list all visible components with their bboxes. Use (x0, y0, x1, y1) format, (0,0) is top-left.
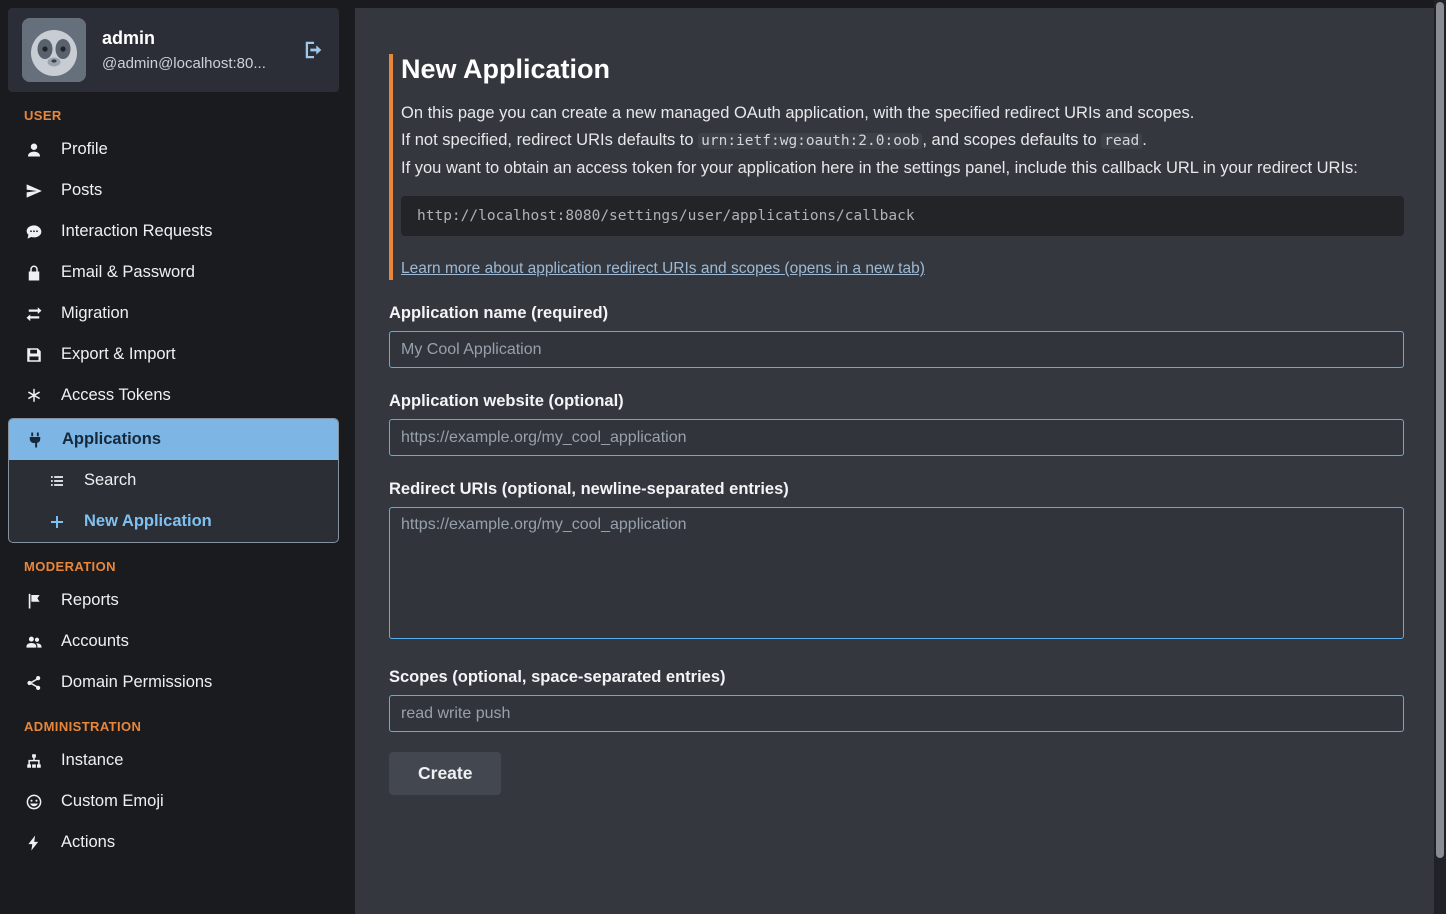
sidebar-item-reports[interactable]: Reports (8, 580, 339, 621)
sidebar-item-profile[interactable]: Profile (8, 129, 339, 170)
sidebar-item-actions[interactable]: Actions (8, 822, 339, 863)
share-nodes-icon (24, 674, 44, 692)
sidebar: admin @admin@localhost:80... USER Profil… (0, 0, 347, 914)
intro-line-3: If you want to obtain an access token fo… (401, 156, 1404, 181)
main-content: New Application On this page you can cre… (355, 8, 1434, 914)
intro-line-2: If not specified, redirect URIs defaults… (401, 128, 1404, 154)
sidebar-item-access-tokens[interactable]: Access Tokens (8, 375, 339, 416)
new-application-form: Application name (required) Application … (389, 304, 1404, 795)
sidebar-item-email-password[interactable]: Email & Password (8, 252, 339, 293)
callback-url-code-block: http://localhost:8080/settings/user/appl… (401, 196, 1404, 236)
user-meta: admin @admin@localhost:80... (102, 28, 266, 72)
sidebar-item-label: Interaction Requests (61, 222, 212, 241)
lock-icon (24, 264, 44, 282)
sidebar-item-label: Export & Import (61, 345, 176, 364)
sidebar-item-label: Migration (61, 304, 129, 323)
asterisk-icon (24, 387, 44, 405)
learn-more-link[interactable]: Learn more about application redirect UR… (401, 260, 925, 278)
sidebar-item-label: Custom Emoji (61, 792, 164, 811)
plug-icon (25, 431, 45, 449)
sidebar-item-label: Applications (62, 430, 161, 449)
bolt-icon (24, 834, 44, 852)
sidebar-item-label: Reports (61, 591, 119, 610)
scrollbar-thumb[interactable] (1436, 2, 1444, 858)
settings-page: admin @admin@localhost:80... USER Profil… (0, 0, 1446, 914)
applications-submenu: Search New Application (9, 460, 338, 542)
application-name-label: Application name (required) (389, 304, 1404, 323)
sidebar-item-export-import[interactable]: Export & Import (8, 334, 339, 375)
sidebar-item-domain-permissions[interactable]: Domain Permissions (8, 662, 339, 703)
list-icon (47, 472, 67, 490)
sidebar-item-label: Access Tokens (61, 386, 171, 405)
inline-code-oob: urn:ietf:wg:oauth:2.0:oob (698, 133, 922, 149)
redirect-uris-textarea[interactable] (389, 507, 1404, 639)
redirect-uris-label: Redirect URIs (optional, newline-separat… (389, 480, 1404, 499)
comment-icon (24, 223, 44, 241)
sidebar-item-label: Accounts (61, 632, 129, 651)
paper-plane-icon (24, 182, 44, 200)
sidebar-item-new-application[interactable]: New Application (9, 501, 338, 542)
sidebar-item-posts[interactable]: Posts (8, 170, 339, 211)
application-website-label: Application website (optional) (389, 392, 1404, 411)
inline-code-read: read (1101, 133, 1142, 149)
smiley-icon (24, 793, 44, 811)
application-name-input[interactable] (389, 331, 1404, 368)
sidebar-item-accounts[interactable]: Accounts (8, 621, 339, 662)
scopes-label: Scopes (optional, space-separated entrie… (389, 668, 1404, 687)
sidebar-item-migration[interactable]: Migration (8, 293, 339, 334)
section-title-moderation: MODERATION (24, 559, 339, 574)
intro-line-1: On this page you can create a new manage… (401, 101, 1404, 126)
sitemap-icon (24, 752, 44, 770)
sign-out-icon[interactable] (303, 39, 325, 61)
create-button[interactable]: Create (389, 752, 501, 795)
flag-icon (24, 592, 44, 610)
user-icon (24, 141, 44, 159)
user-name: admin (102, 28, 266, 49)
floppy-icon (24, 346, 44, 364)
sidebar-item-instance[interactable]: Instance (8, 740, 339, 781)
sidebar-item-label: Search (84, 471, 136, 490)
plus-icon (47, 513, 67, 531)
sidebar-item-custom-emoji[interactable]: Custom Emoji (8, 781, 339, 822)
section-title-user: USER (24, 108, 339, 123)
sidebar-item-label: Posts (61, 181, 102, 200)
intro-block: New Application On this page you can cre… (389, 54, 1404, 280)
applications-group: Applications Search New Application (8, 418, 339, 543)
sidebar-item-label: Domain Permissions (61, 673, 212, 692)
sidebar-item-label: Actions (61, 833, 115, 852)
scrollbar-track[interactable] (1434, 0, 1446, 914)
scopes-input[interactable] (389, 695, 1404, 732)
page-title: New Application (401, 54, 1404, 85)
sidebar-item-applications-search[interactable]: Search (9, 460, 338, 501)
avatar (22, 18, 86, 82)
sidebar-item-label: Instance (61, 751, 123, 770)
sidebar-item-label: New Application (84, 512, 212, 531)
users-icon (24, 633, 44, 651)
user-card[interactable]: admin @admin@localhost:80... (8, 8, 339, 92)
sidebar-item-applications[interactable]: Applications (9, 419, 338, 460)
sidebar-item-label: Profile (61, 140, 108, 159)
exchange-icon (24, 305, 44, 323)
sidebar-item-label: Email & Password (61, 263, 195, 282)
application-website-input[interactable] (389, 419, 1404, 456)
user-handle: @admin@localhost:80... (102, 55, 266, 72)
sidebar-item-interaction-requests[interactable]: Interaction Requests (8, 211, 339, 252)
section-title-administration: ADMINISTRATION (24, 719, 339, 734)
